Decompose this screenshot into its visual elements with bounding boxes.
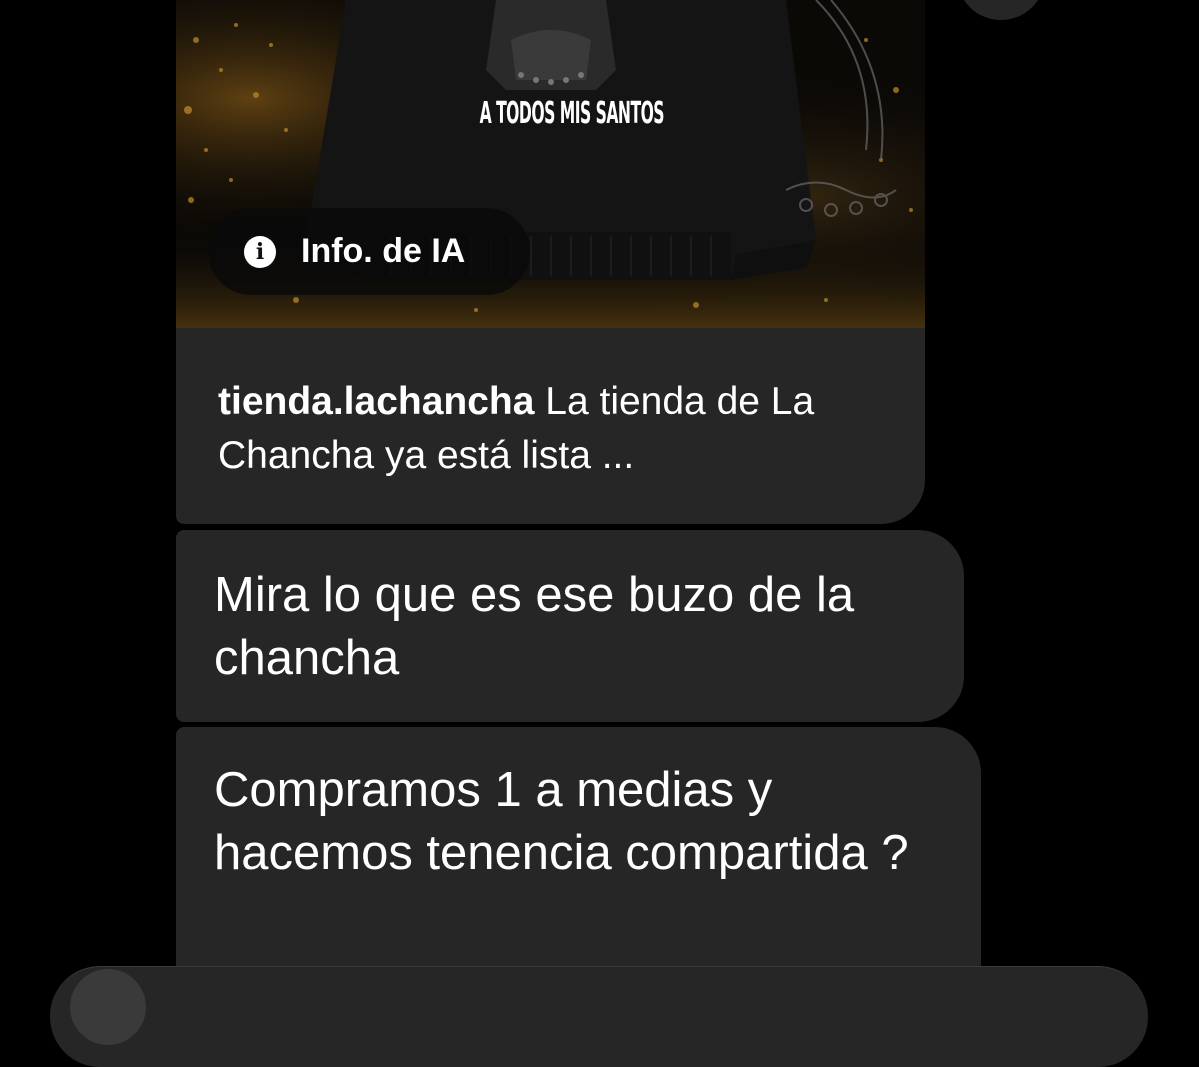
shared-post-image[interactable]: A TODOS MIS SANTOS i Info. de IA — [176, 0, 925, 328]
top-action-button[interactable] — [958, 0, 1044, 20]
ai-info-label: Info. de IA — [301, 232, 466, 270]
camera-icon[interactable] — [70, 969, 146, 1045]
ai-info-button[interactable]: i Info. de IA — [208, 208, 530, 295]
message-text: Mira lo que es ese buzo de la chancha — [214, 568, 855, 685]
message-bubble[interactable]: Mira lo que es ese buzo de la chancha — [176, 530, 964, 722]
message-composer[interactable] — [50, 966, 1148, 1067]
poster-title: A TODOS MIS SANTOS — [479, 96, 665, 131]
shared-post-caption[interactable]: tienda.lachancha La tienda de La Chancha… — [176, 328, 925, 524]
message-text: Compramos 1 a medias y hacemos tenencia … — [214, 763, 909, 880]
info-icon: i — [244, 235, 276, 268]
message-bubble[interactable]: Compramos 1 a medias y hacemos tenencia … — [176, 727, 981, 1007]
caption-username: tienda.lachancha — [218, 380, 535, 423]
